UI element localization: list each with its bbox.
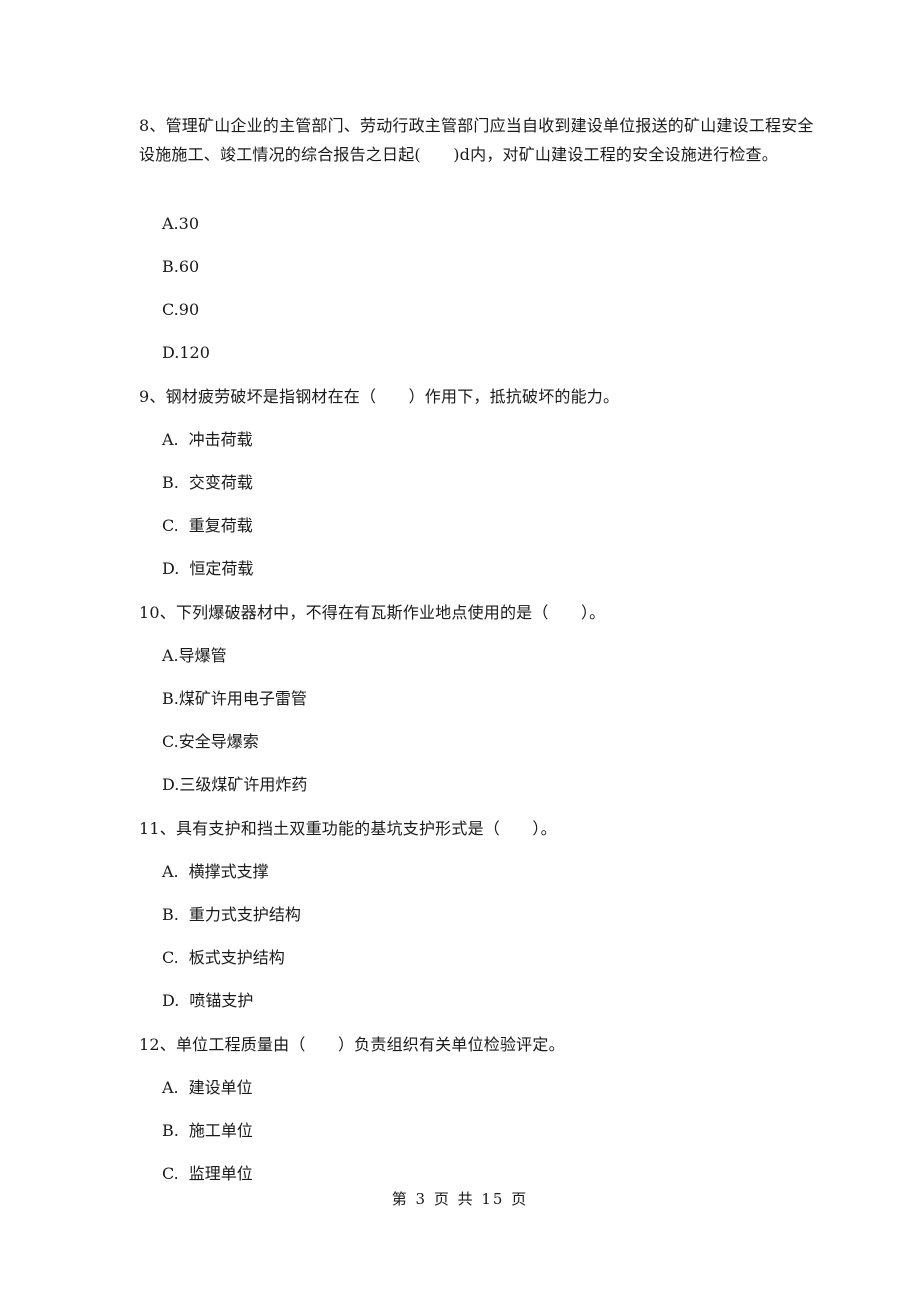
option-8b: B.60 — [162, 257, 199, 277]
option-10c: C.安全导爆索 — [162, 732, 259, 752]
option-label: A. — [162, 862, 179, 881]
question-number: 9、 — [139, 387, 166, 406]
question-text: 单位工程质量由（ ）负责组织有关单位检验评定。 — [175, 1035, 565, 1054]
option-text: 煤矿许用电子雷管 — [178, 689, 307, 708]
option-text: 重复荷载 — [188, 516, 253, 535]
option-9d: D. 恒定荷载 — [162, 559, 253, 579]
option-label: B. — [162, 905, 179, 924]
option-12c: C. 监理单位 — [162, 1164, 253, 1184]
document-page: 8、管理矿山企业的主管部门、劳动行政主管部门应当自收到建设单位报送的矿山建设工程… — [0, 0, 920, 1302]
option-text: 60 — [178, 257, 200, 276]
option-text: 30 — [178, 214, 199, 233]
option-label: A. — [162, 430, 179, 449]
option-text: 建设单位 — [188, 1078, 253, 1097]
option-11d: D. 喷锚支护 — [162, 991, 253, 1011]
question-text: 管理矿山企业的主管部门、劳动行政主管部门应当自收到建设单位报送的矿山建设工程安全… — [139, 116, 814, 164]
question-text: 下列爆破器材中，不得在有瓦斯作业地点使用的是（ ）。 — [175, 603, 606, 622]
option-label: A. — [162, 1078, 179, 1097]
option-9a: A. 冲击荷载 — [162, 430, 253, 450]
question-number: 10、 — [139, 603, 176, 622]
option-11c: C. 板式支护结构 — [162, 948, 285, 968]
option-label: C. — [162, 516, 179, 535]
option-8d: D.120 — [162, 343, 210, 363]
option-label: D. — [162, 775, 180, 794]
question-number: 8、 — [139, 116, 166, 135]
page-footer: 第 3 页 共 15 页 — [391, 1190, 529, 1208]
option-label: D. — [162, 343, 180, 362]
option-label: A. — [162, 214, 179, 233]
option-text: 喷锚支护 — [189, 991, 254, 1010]
option-text: 90 — [178, 300, 200, 319]
option-12a: A. 建设单位 — [162, 1078, 253, 1098]
option-10d: D.三级煤矿许用炸药 — [162, 775, 307, 795]
option-9b: B. 交变荷载 — [162, 473, 253, 493]
option-text: 导爆管 — [178, 646, 227, 665]
option-10b: B.煤矿许用电子雷管 — [162, 689, 307, 709]
option-label: B. — [162, 257, 179, 276]
option-8a: A.30 — [162, 214, 199, 234]
option-label: A. — [162, 646, 179, 665]
question-10: 10、下列爆破器材中，不得在有瓦斯作业地点使用的是（ ）。 — [139, 598, 819, 627]
option-label: C. — [162, 300, 179, 319]
option-text: 恒定荷载 — [189, 559, 254, 578]
question-9: 9、钢材疲劳破坏是指钢材在在（ ）作用下，抵抗破坏的能力。 — [139, 382, 819, 411]
option-text: 120 — [179, 343, 210, 362]
option-text: 交变荷载 — [188, 473, 253, 492]
option-label: B. — [162, 473, 179, 492]
option-12b: B. 施工单位 — [162, 1121, 253, 1141]
option-text: 重力式支护结构 — [188, 905, 301, 924]
option-11a: A. 横撑式支撑 — [162, 862, 269, 882]
option-text: 横撑式支撑 — [188, 862, 269, 881]
question-text: 具有支护和挡土双重功能的基坑支护形式是（ ）。 — [175, 819, 557, 838]
option-10a: A.导爆管 — [162, 646, 227, 666]
option-label: C. — [162, 732, 179, 751]
option-label: B. — [162, 1121, 179, 1140]
option-9c: C. 重复荷载 — [162, 516, 253, 536]
option-text: 监理单位 — [188, 1164, 253, 1183]
question-11: 11、具有支护和挡土双重功能的基坑支护形式是（ ）。 — [139, 814, 819, 843]
option-label: C. — [162, 1164, 179, 1183]
option-text: 安全导爆索 — [178, 732, 259, 751]
question-number: 11、 — [139, 819, 176, 838]
question-text: 钢材疲劳破坏是指钢材在在（ ）作用下，抵抗破坏的能力。 — [165, 387, 620, 406]
question-8: 8、管理矿山企业的主管部门、劳动行政主管部门应当自收到建设单位报送的矿山建设工程… — [139, 111, 819, 169]
question-12: 12、单位工程质量由（ ）负责组织有关单位检验评定。 — [139, 1030, 819, 1059]
option-11b: B. 重力式支护结构 — [162, 905, 301, 925]
option-label: C. — [162, 948, 179, 967]
option-text: 冲击荷载 — [188, 430, 253, 449]
question-number: 12、 — [139, 1035, 176, 1054]
option-8c: C.90 — [162, 300, 199, 320]
option-label: D. — [162, 559, 180, 578]
option-text: 三级煤矿许用炸药 — [179, 775, 308, 794]
option-text: 施工单位 — [188, 1121, 253, 1140]
option-label: B. — [162, 689, 179, 708]
option-label: D. — [162, 991, 180, 1010]
option-text: 板式支护结构 — [188, 948, 285, 967]
